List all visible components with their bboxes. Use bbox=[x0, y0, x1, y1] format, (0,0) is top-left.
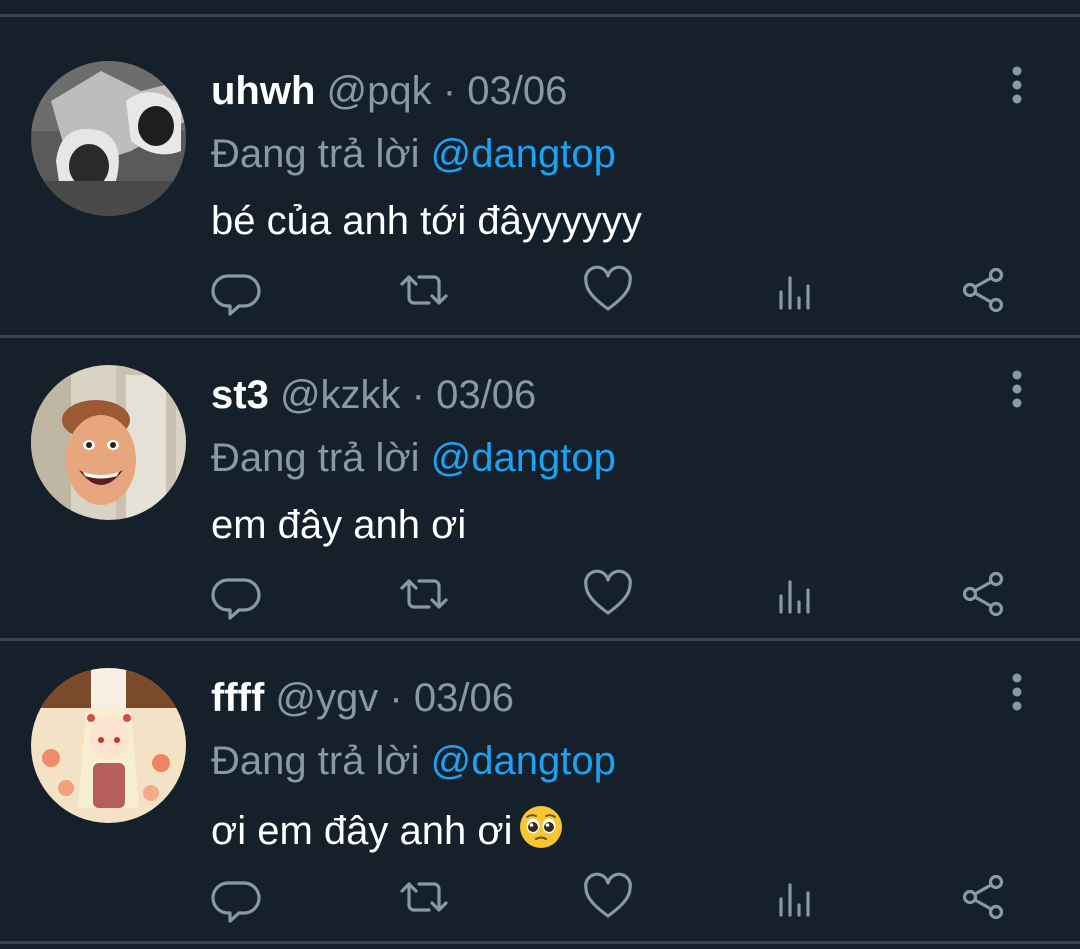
display-name[interactable]: st3 bbox=[211, 373, 269, 417]
tweet-header: ffff @ygv · 03/06 bbox=[211, 674, 514, 722]
avatar[interactable] bbox=[31, 668, 186, 823]
divider bbox=[0, 941, 1080, 944]
mention-link[interactable]: @dangtop bbox=[431, 739, 616, 783]
share-icon[interactable] bbox=[955, 566, 1011, 622]
mention-link[interactable]: @dangtop bbox=[431, 132, 616, 176]
pleading-face-emoji bbox=[518, 804, 564, 861]
avatar[interactable] bbox=[31, 61, 186, 216]
tweet-header: st3 @kzkk · 03/06 bbox=[211, 371, 536, 419]
tweet-card[interactable]: uhwh @pqk · 03/06 Đang trả lời @dangtop … bbox=[0, 17, 1080, 317]
tweet-header: uhwh @pqk · 03/06 bbox=[211, 67, 567, 115]
avatar-image bbox=[31, 61, 186, 216]
tweet-card[interactable]: st3 @kzkk · 03/06 Đang trả lời @dangtop … bbox=[0, 321, 1080, 621]
replying-to-label: Đang trả lời bbox=[211, 436, 420, 480]
reply-icon[interactable] bbox=[208, 566, 264, 622]
retweet-icon[interactable] bbox=[396, 869, 452, 925]
mention-link[interactable]: @dangtop bbox=[431, 436, 616, 480]
reply-icon[interactable] bbox=[208, 262, 264, 318]
user-handle[interactable]: @pqk bbox=[327, 69, 432, 113]
tweet-date[interactable]: 03/06 bbox=[436, 373, 536, 417]
tweet-text: bé của anh tới đâyyyyyy bbox=[211, 199, 642, 243]
share-icon[interactable] bbox=[955, 869, 1011, 925]
tweet-text-container: ơi em đây anh ơi bbox=[211, 804, 564, 861]
share-icon[interactable] bbox=[955, 262, 1011, 318]
replying-to: Đang trả lời @dangtop bbox=[211, 737, 616, 785]
retweet-icon[interactable] bbox=[396, 262, 452, 318]
action-bar bbox=[0, 262, 1080, 322]
tweet-date[interactable]: 03/06 bbox=[467, 69, 567, 113]
heart-icon[interactable] bbox=[580, 262, 636, 318]
action-bar bbox=[0, 566, 1080, 626]
reply-icon[interactable] bbox=[208, 869, 264, 925]
replying-to-label: Đang trả lời bbox=[211, 739, 420, 783]
avatar-image bbox=[31, 365, 186, 520]
heart-icon[interactable] bbox=[580, 566, 636, 622]
display-name[interactable]: ffff bbox=[211, 676, 264, 720]
tweet-date[interactable]: 03/06 bbox=[414, 676, 514, 720]
more-vertical-icon[interactable] bbox=[1000, 369, 1034, 413]
separator: · bbox=[411, 373, 425, 417]
analytics-icon[interactable] bbox=[767, 566, 823, 622]
avatar-image bbox=[31, 668, 186, 823]
avatar[interactable] bbox=[31, 365, 186, 520]
tweet-text: em đây anh ơi bbox=[211, 503, 467, 547]
user-handle[interactable]: @kzkk bbox=[280, 373, 401, 417]
analytics-icon[interactable] bbox=[767, 262, 823, 318]
heart-icon[interactable] bbox=[580, 869, 636, 925]
tweet-card[interactable]: ffff @ygv · 03/06 Đang trả lời @dangtop … bbox=[0, 624, 1080, 924]
action-bar bbox=[0, 869, 1080, 929]
analytics-icon[interactable] bbox=[767, 869, 823, 925]
more-vertical-icon[interactable] bbox=[1000, 672, 1034, 716]
replying-to-label: Đang trả lời bbox=[211, 132, 420, 176]
tweet-text: ơi em đây anh ơi bbox=[211, 809, 513, 853]
user-handle[interactable]: @ygv bbox=[275, 676, 378, 720]
separator: · bbox=[389, 676, 403, 720]
separator: · bbox=[442, 69, 457, 113]
retweet-icon[interactable] bbox=[396, 566, 452, 622]
reply-feed: uhwh @pqk · 03/06 Đang trả lời @dangtop … bbox=[0, 0, 1080, 949]
replying-to: Đang trả lời @dangtop bbox=[211, 434, 616, 482]
replying-to: Đang trả lời @dangtop bbox=[211, 130, 616, 178]
display-name[interactable]: uhwh bbox=[211, 69, 315, 113]
more-vertical-icon[interactable] bbox=[1000, 65, 1034, 109]
